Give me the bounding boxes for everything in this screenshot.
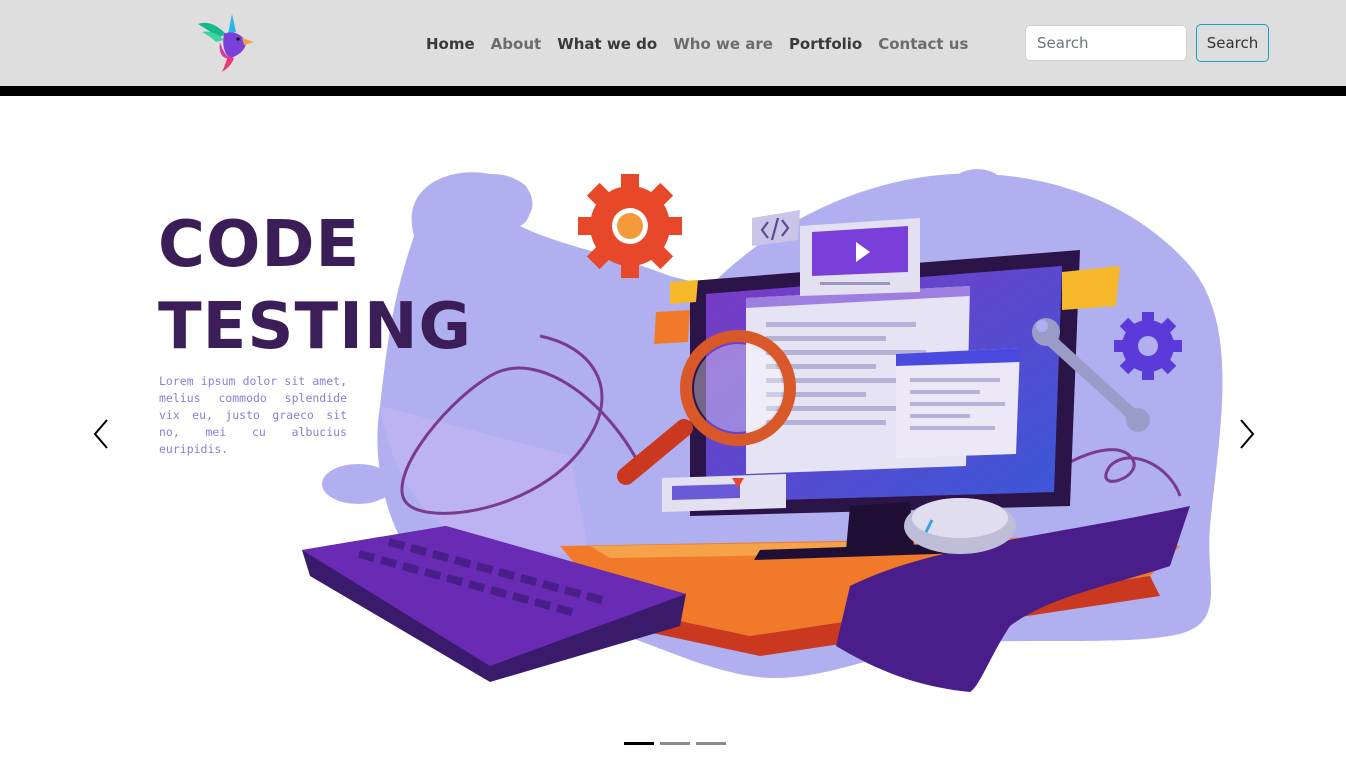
carousel-indicators [624,742,726,745]
nav-what-we-do[interactable]: What we do [557,34,657,54]
hero-title-line2: TESTING [158,290,473,364]
nav-about[interactable]: About [491,34,542,54]
carousel-indicator-2[interactable] [660,742,690,745]
search-input[interactable] [1025,25,1187,61]
main-nav: Home About What we do Who we are Portfol… [426,34,984,54]
mouse-icon [904,498,1016,554]
progress-widget [662,474,786,512]
nav-contact-us[interactable]: Contact us [878,34,968,54]
carousel-prev-button[interactable] [86,414,116,454]
code-testing-illustration [302,169,1223,692]
small-blob [322,464,394,504]
hero-carousel: CODE TESTING Lorem ipsum dolor sit amet,… [0,96,1346,767]
chevron-right-icon [1240,419,1255,449]
chevron-left-icon [93,419,108,449]
carousel-next-button[interactable] [1232,414,1262,454]
code-window-small [896,348,1020,458]
search-button[interactable]: Search [1196,24,1269,62]
navbar: Home About What we do Who we are Portfol… [0,0,1346,86]
carousel-indicator-3[interactable] [696,742,726,745]
hero-body-text: Lorem ipsum dolor sit amet, melius commo… [159,374,347,456]
nav-portfolio[interactable]: Portfolio [789,34,862,54]
hummingbird-logo[interactable] [192,12,256,74]
navbar-divider [0,86,1346,96]
nav-who-we-are[interactable]: Who we are [673,34,773,54]
carousel-indicator-1[interactable] [624,742,654,745]
gear-icon [578,174,682,278]
nav-home[interactable]: Home [426,34,475,54]
gear-icon-small [1114,312,1182,380]
hero-title-line1: CODE [158,208,361,282]
video-thumbnail [800,218,920,296]
code-tag-icon [752,210,800,246]
